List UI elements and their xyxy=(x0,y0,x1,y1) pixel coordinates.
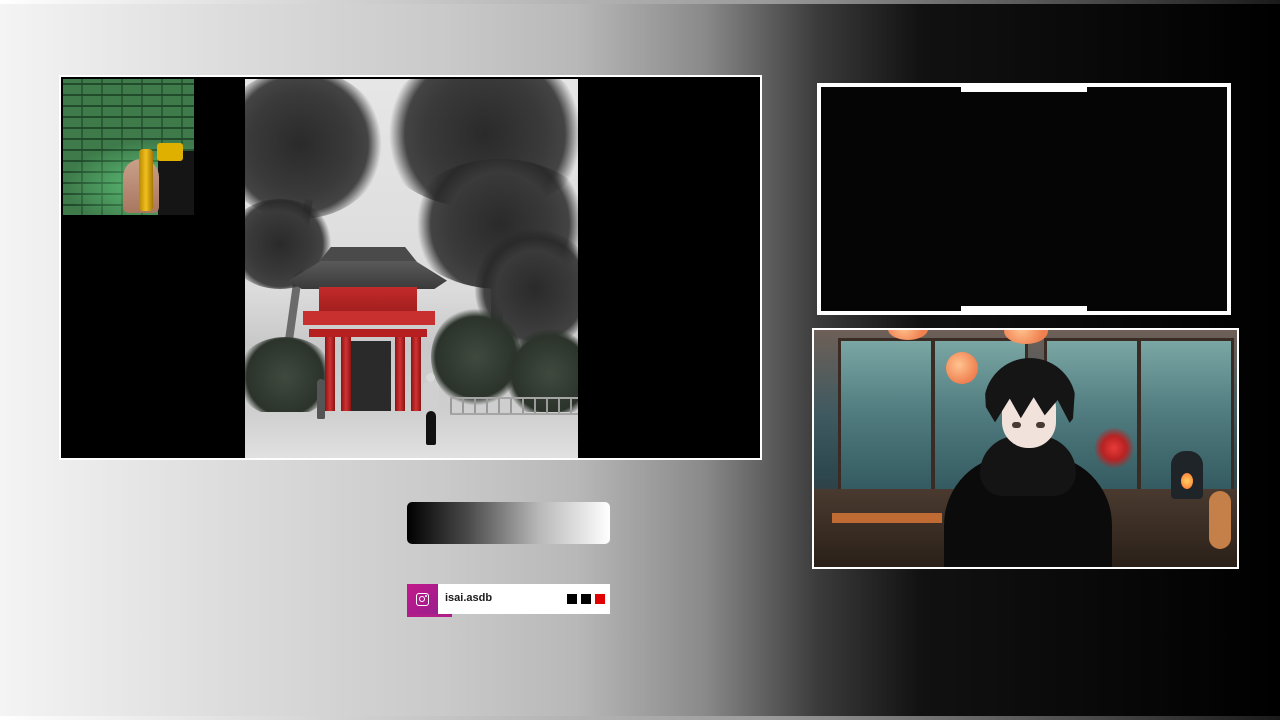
indicator-square xyxy=(581,594,591,604)
gradient-bar xyxy=(407,502,610,544)
gate-lower-roof xyxy=(303,311,435,325)
vt-window xyxy=(838,338,934,494)
frame-notch-bottom xyxy=(961,306,1087,311)
empty-scene-frame xyxy=(817,83,1231,315)
indicator-square xyxy=(595,594,605,604)
gate-opening xyxy=(345,341,391,411)
vt-red-plant xyxy=(1095,425,1133,471)
gate-beam xyxy=(309,329,427,337)
gate-pillar xyxy=(411,337,421,411)
gate-pillar xyxy=(395,337,405,411)
frame-notch-top xyxy=(961,87,1087,92)
person-legs xyxy=(426,411,436,445)
gate-pillar xyxy=(325,337,335,411)
gate-pillar xyxy=(341,337,351,411)
fire-icon xyxy=(1181,473,1193,489)
person-walking xyxy=(423,382,439,412)
facecam-bottle-cap xyxy=(157,143,183,161)
avatar-eye xyxy=(1036,422,1045,428)
person-head xyxy=(426,373,435,382)
gate-upper-body xyxy=(319,287,417,313)
wooden-fence xyxy=(450,397,578,415)
japanese-gate-photo xyxy=(245,79,578,458)
main-scene-frame xyxy=(59,75,762,460)
facecam-bottle xyxy=(139,149,153,211)
social-handle-text: isai.asdb xyxy=(445,592,493,604)
tree-canopy xyxy=(245,79,385,219)
vt-guitar xyxy=(1209,491,1231,549)
person-distant xyxy=(317,379,325,419)
avatar-eye xyxy=(1012,422,1021,428)
vtuber-avatar-frame xyxy=(812,328,1239,569)
facecam-overlay xyxy=(63,79,194,215)
top-edge-line xyxy=(0,0,1280,4)
vt-table xyxy=(832,513,942,523)
indicator-square xyxy=(567,594,577,604)
lamp-icon xyxy=(946,352,978,384)
bottom-edge-line xyxy=(0,716,1280,720)
social-progress-bar xyxy=(407,614,452,617)
instagram-badge xyxy=(407,584,438,614)
path-ground xyxy=(245,412,578,458)
social-handle-bar: isai.asdb xyxy=(407,584,610,617)
instagram-icon xyxy=(416,592,429,606)
